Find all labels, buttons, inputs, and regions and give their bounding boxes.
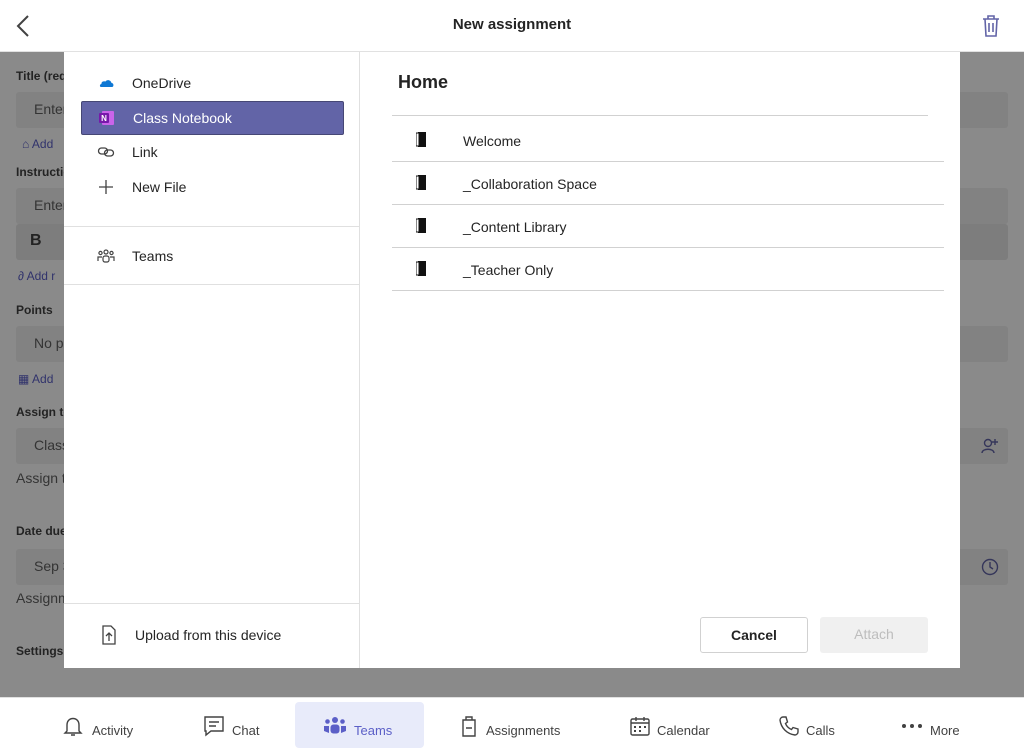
upload-file-icon — [102, 625, 116, 645]
notebook-browser: Home Welcome _Collaboration Space _Conte… — [360, 52, 960, 668]
section-row[interactable]: _Content Library — [392, 205, 944, 248]
source-link[interactable]: Link — [81, 136, 342, 168]
more-icon — [902, 724, 922, 728]
upload-label: Upload from this device — [135, 627, 282, 643]
upload-from-device[interactable]: Upload from this device — [64, 603, 359, 669]
bottom-tab-bar: Activity Chat Teams Assignments Calendar… — [0, 697, 1024, 750]
tab-more[interactable]: More — [888, 702, 978, 748]
section-label: _Teacher Only — [463, 262, 554, 278]
link-icon — [97, 147, 115, 157]
section-row[interactable]: _Collaboration Space — [392, 162, 944, 205]
page-title: New assignment — [452, 16, 572, 33]
tab-chat[interactable]: Chat — [190, 702, 280, 748]
divider — [392, 115, 928, 116]
section-icon — [416, 175, 426, 190]
tab-calendar-label: Calendar — [657, 723, 710, 738]
onenote-icon: N — [99, 111, 114, 125]
section-label: _Collaboration Space — [463, 176, 597, 192]
source-link-label: Link — [132, 144, 158, 160]
section-row[interactable]: _Teacher Only — [392, 248, 944, 291]
tab-more-label: More — [930, 723, 960, 738]
teams-icon — [97, 249, 115, 263]
source-teams[interactable]: Teams — [81, 240, 342, 272]
location-title: Home — [398, 72, 449, 92]
trash-icon[interactable] — [980, 14, 1002, 38]
plus-icon — [99, 180, 113, 194]
tab-assignments[interactable]: Assignments — [446, 702, 576, 748]
bell-icon — [63, 717, 83, 736]
phone-icon — [779, 716, 799, 736]
source-onedrive[interactable]: OneDrive — [81, 67, 342, 99]
section-icon — [416, 261, 426, 276]
source-class-notebook-label: Class Notebook — [133, 110, 232, 126]
section-row[interactable]: Welcome — [392, 119, 944, 162]
cancel-button[interactable]: Cancel — [700, 617, 808, 653]
tab-calendar[interactable]: Calendar — [617, 702, 727, 748]
app-header: New assignment — [0, 0, 1024, 52]
tab-calls-label: Calls — [806, 723, 835, 738]
section-icon — [416, 132, 426, 147]
tab-teams[interactable]: Teams — [295, 702, 424, 748]
source-new-file[interactable]: New File — [81, 171, 342, 203]
teams-icon — [324, 717, 346, 734]
section-icon — [416, 218, 426, 233]
tab-teams-label: Teams — [354, 723, 393, 738]
source-list: OneDrive N Class Notebook Link New File … — [64, 52, 360, 668]
onedrive-icon — [99, 80, 114, 87]
source-onedrive-label: OneDrive — [132, 75, 192, 91]
section-label: Welcome — [463, 133, 522, 149]
source-new-file-label: New File — [132, 179, 187, 195]
attach-button[interactable]: Attach — [820, 617, 928, 653]
divider — [64, 226, 359, 227]
source-teams-label: Teams — [132, 248, 174, 264]
attach-dialog: OneDrive N Class Notebook Link New File … — [64, 52, 960, 668]
tab-activity[interactable]: Activity — [50, 702, 150, 748]
chat-icon — [204, 716, 224, 737]
tab-assignments-label: Assignments — [486, 723, 561, 738]
svg-text:N: N — [101, 114, 107, 123]
section-label: _Content Library — [463, 219, 567, 235]
divider — [64, 284, 359, 285]
tab-calls[interactable]: Calls — [766, 702, 856, 748]
tab-activity-label: Activity — [92, 723, 134, 738]
calendar-icon — [630, 717, 650, 736]
assignments-icon — [462, 716, 476, 737]
tab-chat-label: Chat — [232, 723, 260, 738]
source-class-notebook[interactable]: N Class Notebook — [81, 101, 344, 135]
